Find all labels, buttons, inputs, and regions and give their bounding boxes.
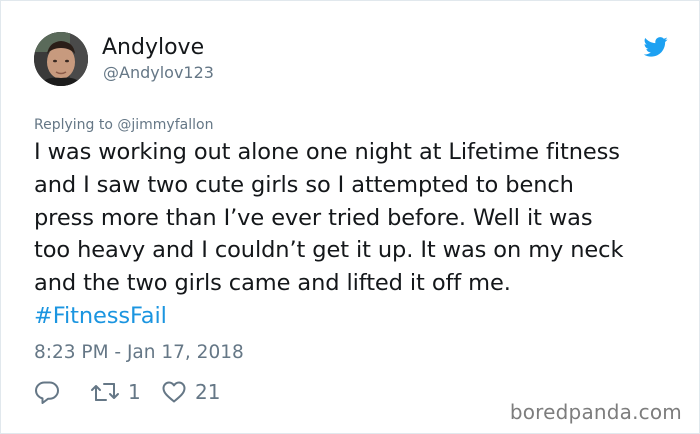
like-button[interactable]: 21 — [161, 377, 220, 407]
avatar-photo — [34, 32, 88, 86]
tweet-text-line: and I saw two cute girls so I attempted … — [34, 171, 574, 198]
tweet-text-line: I was working out alone one night at Lif… — [34, 139, 620, 165]
tweet-text-line: too heavy and I couldn’t get it up. It w… — [34, 237, 624, 264]
retweet-icon — [91, 383, 119, 401]
display-name[interactable]: Andylove — [102, 34, 204, 62]
tweet-timestamp[interactable]: 8:23 PM - Jan 17, 2018 — [34, 341, 244, 365]
tweet-text: I was working out alone one night at Lif… — [34, 136, 689, 333]
tweet-text-line: press more than I’ve ever tried before. … — [34, 204, 593, 231]
watermark: boredpanda.com — [509, 400, 682, 424]
user-handle[interactable]: @Andylov123 — [103, 63, 214, 83]
retweet-button[interactable]: 1 — [90, 377, 141, 407]
hashtag-link[interactable]: #FitnessFail — [34, 300, 689, 333]
heart-icon — [162, 381, 186, 403]
reply-button[interactable] — [34, 377, 60, 407]
tweet-card: Andylove @Andylov123 Replying to @jimmyf… — [0, 0, 700, 434]
twitter-bird-icon[interactable] — [643, 37, 668, 57]
replying-to-text[interactable]: Replying to @jimmyfallon — [34, 116, 213, 134]
retweet-count: 1 — [128, 380, 141, 404]
reply-bubble-icon — [35, 381, 59, 404]
avatar[interactable] — [34, 32, 88, 86]
like-count: 21 — [195, 380, 221, 404]
tweet-text-line: and the two girls came and lifted it off… — [34, 270, 511, 297]
